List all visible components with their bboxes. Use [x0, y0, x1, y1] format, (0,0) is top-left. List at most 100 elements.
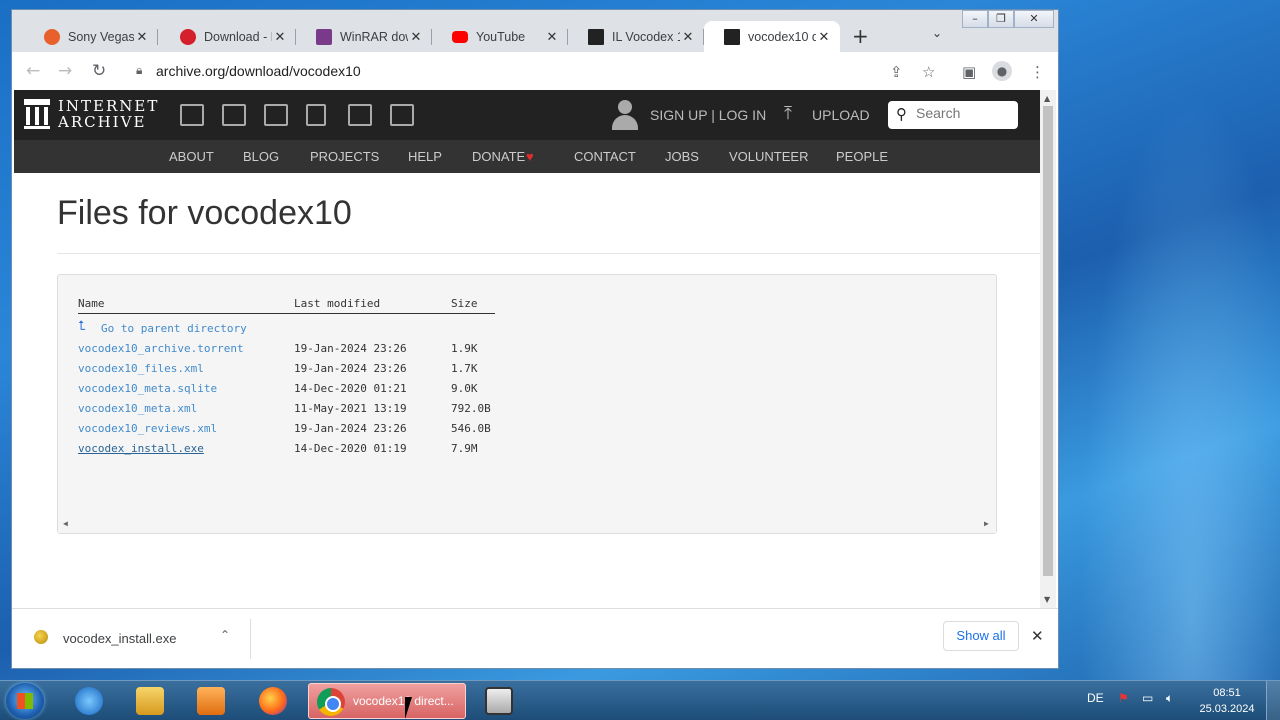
upload-arrow-icon[interactable]: ⤒: [784, 103, 792, 124]
tab-favicon-icon: [316, 28, 332, 45]
flag-notification-icon[interactable]: ⚑: [1118, 691, 1129, 705]
web-icon[interactable]: [180, 104, 204, 126]
nav-people[interactable]: PEOPLE: [836, 149, 888, 164]
column-last-modified[interactable]: Last modified: [294, 297, 380, 310]
file-size: 546.0B: [451, 422, 491, 435]
taskbar-firefox[interactable]: [246, 684, 300, 718]
tab-title: WinRAR dow: [340, 29, 408, 44]
clock-date: 25.03.2024: [1199, 703, 1255, 715]
column-size[interactable]: Size: [451, 297, 478, 310]
nav-projects[interactable]: PROJECTS: [310, 149, 379, 164]
taskbar-explorer[interactable]: [123, 684, 177, 718]
file-link[interactable]: vocodex10_files.xml: [78, 362, 204, 375]
windows-logo-icon: [17, 693, 33, 709]
scrollbar-thumb[interactable]: [1043, 106, 1053, 576]
images-icon[interactable]: [390, 104, 414, 126]
scroll-left-icon[interactable]: ◀: [63, 519, 68, 528]
nav-blog[interactable]: BLOG: [243, 149, 279, 164]
software-floppy-icon[interactable]: [348, 104, 372, 126]
chevron-up-icon[interactable]: ⌃: [220, 628, 230, 642]
profile-avatar-icon[interactable]: ●: [992, 61, 1012, 81]
forward-arrow-icon[interactable]: →: [58, 61, 72, 81]
donate-heart-icon: ♥: [526, 149, 534, 164]
language-indicator[interactable]: DE: [1087, 691, 1104, 705]
audio-speaker-icon[interactable]: [306, 104, 326, 126]
url-text[interactable]: archive.org/download/vocodex10: [156, 63, 361, 79]
show-all-button[interactable]: Show all: [943, 621, 1019, 651]
reload-icon[interactable]: ↻: [92, 61, 106, 81]
maximize-button[interactable]: ❐: [988, 10, 1014, 28]
taskbar-media-player[interactable]: [184, 684, 238, 718]
share-icon[interactable]: ⇪: [890, 63, 903, 81]
menu-kebab-icon[interactable]: ⋮: [1030, 63, 1045, 81]
mouse-cursor-icon: [405, 697, 412, 719]
file-link[interactable]: vocodex10_reviews.xml: [78, 422, 217, 435]
file-date: 14-Dec-2020 01:19: [294, 442, 407, 455]
system-clock[interactable]: 08:51 25.03.2024: [1195, 685, 1259, 717]
start-button[interactable]: [6, 683, 44, 719]
tab-close-icon[interactable]: ✕: [134, 29, 150, 45]
column-name[interactable]: Name: [78, 297, 105, 310]
upload-link[interactable]: UPLOAD: [812, 107, 870, 123]
ia-search-box[interactable]: ⚲: [888, 101, 1018, 129]
nav-help[interactable]: HELP: [408, 149, 442, 164]
file-date: 19-Jan-2024 23:26: [294, 342, 407, 355]
scroll-up-icon[interactable]: ▲: [1044, 94, 1050, 103]
texts-book-icon[interactable]: [222, 104, 246, 126]
tab-vocodex10-active[interactable]: vocodex10 d ✕: [704, 21, 840, 52]
side-panel-icon[interactable]: ▣: [962, 63, 976, 81]
tab-sony-vegas[interactable]: Sony Vegas P ✕: [24, 21, 158, 52]
tab-search-button[interactable]: ⌄: [932, 26, 942, 40]
close-icon[interactable]: ✕: [1031, 627, 1044, 645]
scroll-down-icon[interactable]: ▼: [1044, 595, 1050, 604]
file-date: 14-Dec-2020 01:21: [294, 382, 407, 395]
nav-volunteer[interactable]: VOLUNTEER: [729, 149, 808, 164]
volume-muted-icon[interactable]: 🔈︎: [1166, 691, 1173, 706]
tab-download[interactable]: Download - M ✕: [160, 21, 296, 52]
signup-login-link[interactable]: SIGN UP | LOG IN: [650, 107, 766, 123]
back-arrow-icon[interactable]: ←: [26, 61, 40, 81]
close-window-button[interactable]: ✕: [1014, 10, 1054, 28]
lock-icon: 🔒︎: [136, 63, 143, 77]
file-listing: Name Last modified Size ⮤ Go to parent d…: [57, 274, 997, 534]
address-bar[interactable]: 🔒︎ archive.org/download/vocodex10: [122, 57, 882, 85]
network-icon[interactable]: ▭: [1142, 691, 1153, 705]
divider: [57, 253, 1040, 254]
tab-il-vocodex[interactable]: IL Vocodex 1. ✕: [568, 21, 704, 52]
tab-title: Sony Vegas P: [68, 29, 134, 44]
file-link[interactable]: vocodex10_meta.sqlite: [78, 382, 217, 395]
tab-favicon-icon: [180, 28, 196, 45]
show-desktop-button[interactable]: [1266, 681, 1280, 720]
search-input[interactable]: [916, 105, 1012, 121]
tab-close-icon[interactable]: ✕: [816, 29, 832, 45]
scroll-right-icon[interactable]: ▶: [984, 519, 989, 528]
parent-directory-link[interactable]: Go to parent directory: [101, 322, 247, 335]
media-player-classic-icon: [485, 687, 513, 715]
taskbar-ie[interactable]: [62, 684, 116, 718]
tab-close-icon[interactable]: ✕: [408, 29, 424, 45]
file-link[interactable]: vocodex10_meta.xml: [78, 402, 197, 415]
tab-close-icon[interactable]: ✕: [272, 29, 288, 45]
file-link[interactable]: vocodex10_archive.torrent: [78, 342, 244, 355]
download-item[interactable]: vocodex_install.exe: [63, 631, 176, 646]
user-icon[interactable]: [612, 100, 638, 130]
minimize-button[interactable]: –: [962, 10, 988, 28]
nav-about[interactable]: ABOUT: [169, 149, 214, 164]
tab-close-icon[interactable]: ✕: [544, 29, 560, 45]
vertical-scrollbar[interactable]: ▲ ▼: [1040, 90, 1056, 608]
video-film-icon[interactable]: [264, 104, 288, 126]
new-tab-button[interactable]: +: [852, 24, 869, 48]
horizontal-scrollbar[interactable]: ◀ ▶: [58, 517, 996, 533]
taskbar-chrome-active[interactable]: vocodex10 direct...: [308, 683, 466, 719]
tab-winrar[interactable]: WinRAR dow ✕: [296, 21, 432, 52]
ia-logo[interactable]: INTERNET ARCHIVE: [24, 98, 159, 130]
taskbar-mpc[interactable]: [472, 684, 526, 718]
bookmark-star-icon[interactable]: ☆: [922, 63, 935, 81]
nav-contact[interactable]: CONTACT: [574, 149, 636, 164]
tab-youtube[interactable]: YouTube ✕: [432, 21, 568, 52]
tab-close-icon[interactable]: ✕: [680, 29, 696, 45]
nav-jobs[interactable]: JOBS: [665, 149, 699, 164]
file-link[interactable]: vocodex_install.exe: [78, 442, 204, 455]
nav-donate[interactable]: DONATE: [472, 149, 525, 164]
file-size: 9.0K: [451, 382, 478, 395]
